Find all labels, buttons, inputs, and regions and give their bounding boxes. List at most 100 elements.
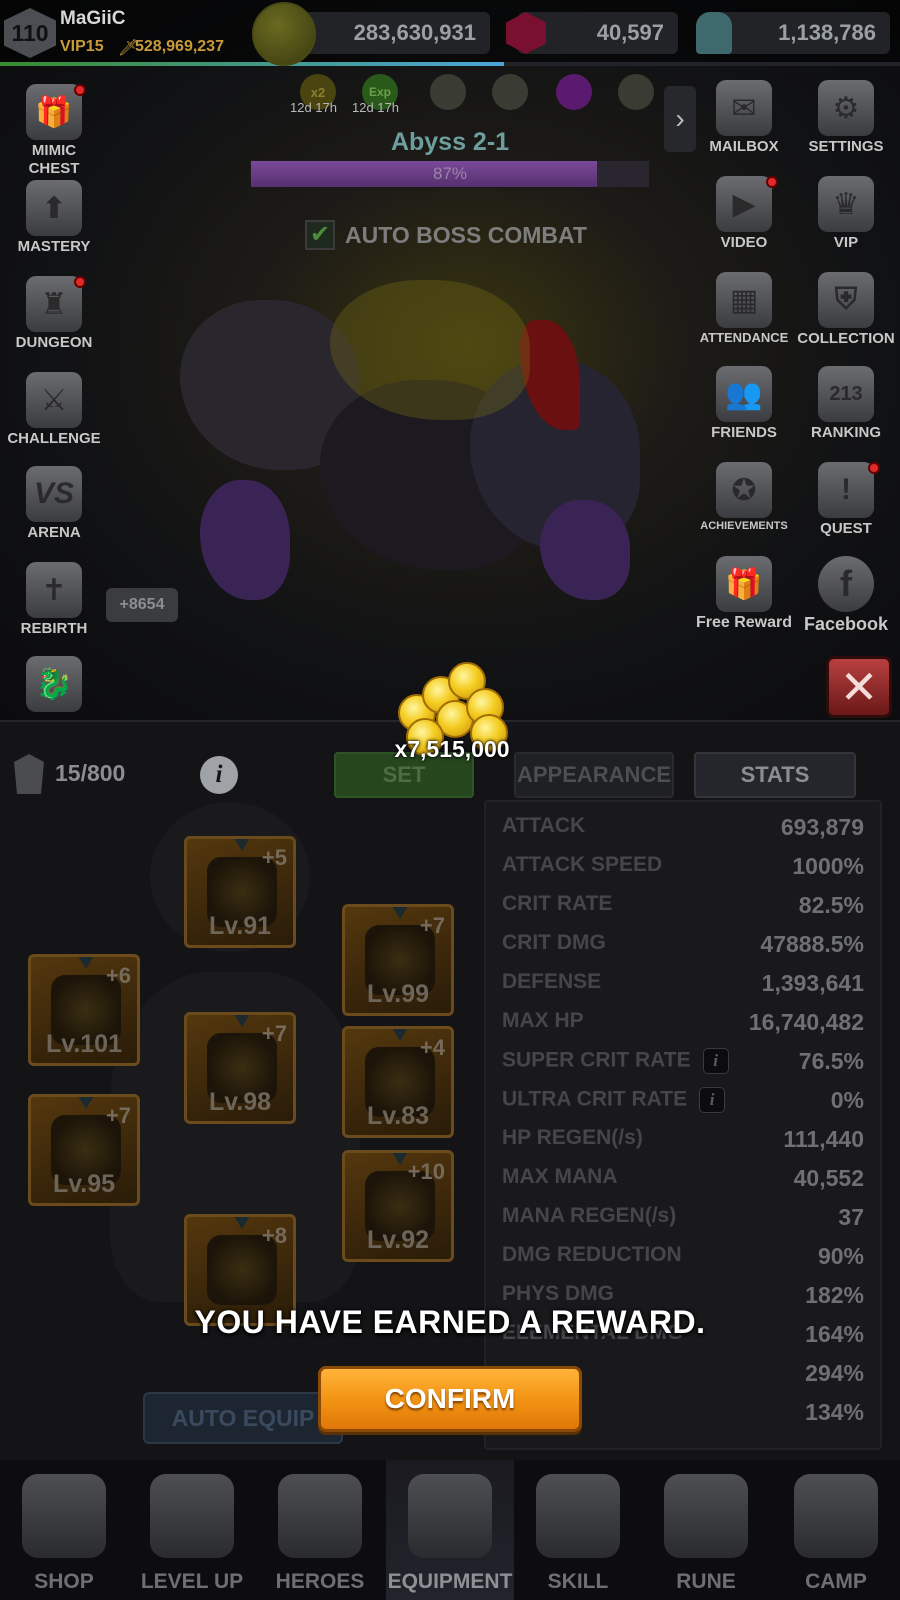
buff-label: x2 — [310, 84, 326, 100]
stat-name-text: SUPER CRIT RATE — [502, 1048, 691, 1072]
stat-name: DEFENSE — [502, 970, 602, 993]
stat-row: MAX MANA 40,552 — [502, 1159, 864, 1195]
tent-icon — [794, 1474, 878, 1558]
tab-appearance[interactable]: APPEARANCE — [514, 752, 674, 798]
auto-boss-toggle[interactable]: ✔ AUTO BOSS COMBAT — [305, 220, 587, 250]
vip-button[interactable]: ♛ VIP — [796, 176, 896, 251]
exp-progress-fill — [0, 62, 504, 66]
ranking-button[interactable]: 213 RANKING — [796, 366, 896, 441]
equip-slot-gloves[interactable]: +7 Lv.95 — [28, 1094, 140, 1206]
equip-slot-ring[interactable]: +10 Lv.92 — [342, 1150, 454, 1262]
equipment-panel: 15/800 i SET APPEARANCE STATS +5 Lv.91 +… — [0, 720, 900, 1460]
stat-name-text: ULTRA CRIT RATE — [502, 1087, 688, 1111]
dungeon-button[interactable]: ♜ DUNGEON — [4, 276, 104, 351]
enhance-level: +8 — [261, 1223, 287, 1248]
friends-icon: 👥 — [716, 366, 772, 422]
checkbox-check-icon[interactable]: ✔ — [305, 220, 335, 250]
stat-value: 111,440 — [783, 1126, 864, 1152]
stat-value: 47888.5% — [760, 931, 864, 957]
stat-row: ATTACK 693,879 — [502, 808, 864, 844]
video-button[interactable]: ▶ VIDEO — [694, 176, 794, 251]
notification-dot — [766, 176, 778, 188]
confirm-button[interactable]: CONFIRM — [318, 1366, 582, 1432]
friends-button[interactable]: 👥 FRIENDS — [694, 366, 794, 441]
challenge-button[interactable]: ⚔ CHALLENGE — [4, 372, 104, 447]
nav-label: CAMP — [805, 1570, 867, 1593]
rebirth-label: REBIRTH — [20, 620, 88, 637]
nav-label: LEVEL UP — [140, 1570, 244, 1593]
stat-row: CRIT RATE 82.5% — [502, 886, 864, 922]
info-icon[interactable]: i — [702, 1048, 729, 1074]
enhance-level: +7 — [261, 1021, 287, 1046]
buff-timer: 12d 17h — [290, 100, 337, 115]
auto-boss-label: AUTO BOSS COMBAT — [345, 221, 587, 248]
item-level: Lv.99 — [366, 980, 430, 1008]
collection-button[interactable]: ⛨ COLLECTION — [796, 272, 896, 347]
equip-slot-wings[interactable]: +7 Lv.99 — [342, 904, 454, 1016]
quest-button[interactable]: ! QUEST — [796, 462, 896, 537]
stat-name: ULTRA CRIT RATE i — [502, 1087, 726, 1113]
exp-progress-bar — [0, 62, 900, 66]
equip-slot-armor[interactable]: +7 Lv.98 — [184, 1012, 296, 1124]
close-x-icon[interactable]: ✕ — [826, 656, 892, 718]
slot-gem — [389, 1029, 411, 1041]
lotus-buff-icon[interactable] — [430, 74, 466, 110]
enhance-level: +5 — [261, 845, 287, 870]
mastery-label: MASTERY — [17, 238, 91, 255]
nav-label: RUNE — [676, 1570, 736, 1593]
settings-button[interactable]: ⚙ SETTINGS — [796, 80, 896, 155]
stat-value: 82.5% — [798, 892, 864, 918]
stat-row: DMG REDUCTION 90% — [502, 1237, 864, 1273]
stat-value: 16,740,482 — [748, 1009, 864, 1035]
nav-rune[interactable]: RUNE — [642, 1460, 770, 1600]
arena-label: ARENA — [27, 524, 81, 541]
nav-skill[interactable]: SKILL — [514, 1460, 642, 1600]
info-icon[interactable]: i — [699, 1087, 726, 1113]
achievements-button[interactable]: ✪ ACHIEVEMENTS — [694, 462, 794, 532]
info-icon[interactable]: i — [200, 756, 238, 794]
stat-name: MANA REGEN(/s) — [502, 1204, 677, 1227]
arena-button[interactable]: VS ARENA — [4, 466, 104, 541]
boss-arm — [200, 480, 290, 600]
stage-progress-text: 87% — [432, 164, 468, 183]
facebook-button[interactable]: f Facebook — [796, 556, 896, 635]
tab-stats[interactable]: STATS — [694, 752, 856, 798]
nav-shop[interactable]: SHOP — [0, 1460, 128, 1600]
dragon-button[interactable]: 🐉 — [4, 656, 104, 714]
nav-camp[interactable]: CAMP — [772, 1460, 900, 1600]
free-reward-button[interactable]: 🎁 Free Reward — [694, 556, 794, 632]
nav-heroes[interactable]: HEROES — [256, 1460, 384, 1600]
winged-sword-icon — [150, 1474, 234, 1558]
stat-name: ATTACK SPEED — [502, 853, 663, 876]
item-level: Lv.92 — [366, 1226, 430, 1254]
tree-buff-icon[interactable] — [618, 74, 654, 110]
mastery-button[interactable]: ⬆ MASTERY — [4, 180, 104, 255]
item-level: Lv.101 — [46, 1030, 122, 1058]
treasure-chest-icon — [22, 1474, 106, 1558]
mailbox-button[interactable]: ✉ MAILBOX — [694, 80, 794, 155]
nav-level-up[interactable]: LEVEL UP — [128, 1460, 256, 1600]
notification-dot — [74, 84, 86, 96]
equip-slot-weapon[interactable]: +6 Lv.101 — [28, 954, 140, 1066]
stat-value: 40,552 — [793, 1165, 864, 1191]
slot-gem — [231, 1015, 253, 1027]
slot-gem — [231, 1217, 253, 1229]
stat-row: HP REGEN(/s) 111,440 — [502, 1120, 864, 1156]
rebirth-button[interactable]: ✝ REBIRTH — [4, 562, 104, 637]
equip-slot-necklace[interactable]: +4 Lv.83 — [342, 1026, 454, 1138]
gold-currency[interactable]: 283,630,931 — [290, 12, 490, 54]
nav-label: HEROES — [275, 1570, 365, 1593]
reward-amount: x7,515,000 — [394, 736, 510, 762]
nav-equipment[interactable]: EQUIPMENT — [386, 1460, 514, 1600]
dungeon-label: DUNGEON — [15, 334, 93, 351]
stat-value: 0% — [830, 1087, 864, 1113]
enhance-level: +7 — [419, 913, 445, 938]
auto-equip-button[interactable]: AUTO EQUIP — [143, 1392, 343, 1444]
settings-label: SETTINGS — [808, 138, 884, 155]
mimic-chest-button[interactable]: 🎁 MIMIC CHEST — [4, 84, 104, 178]
equip-slot-helmet[interactable]: +5 Lv.91 — [184, 836, 296, 948]
attendance-button[interactable]: ▦ ATTENDANCE — [694, 272, 794, 345]
stat-value: 90% — [817, 1243, 864, 1269]
vine-buff-icon[interactable] — [492, 74, 528, 110]
pentagram-buff-icon[interactable] — [556, 74, 592, 110]
